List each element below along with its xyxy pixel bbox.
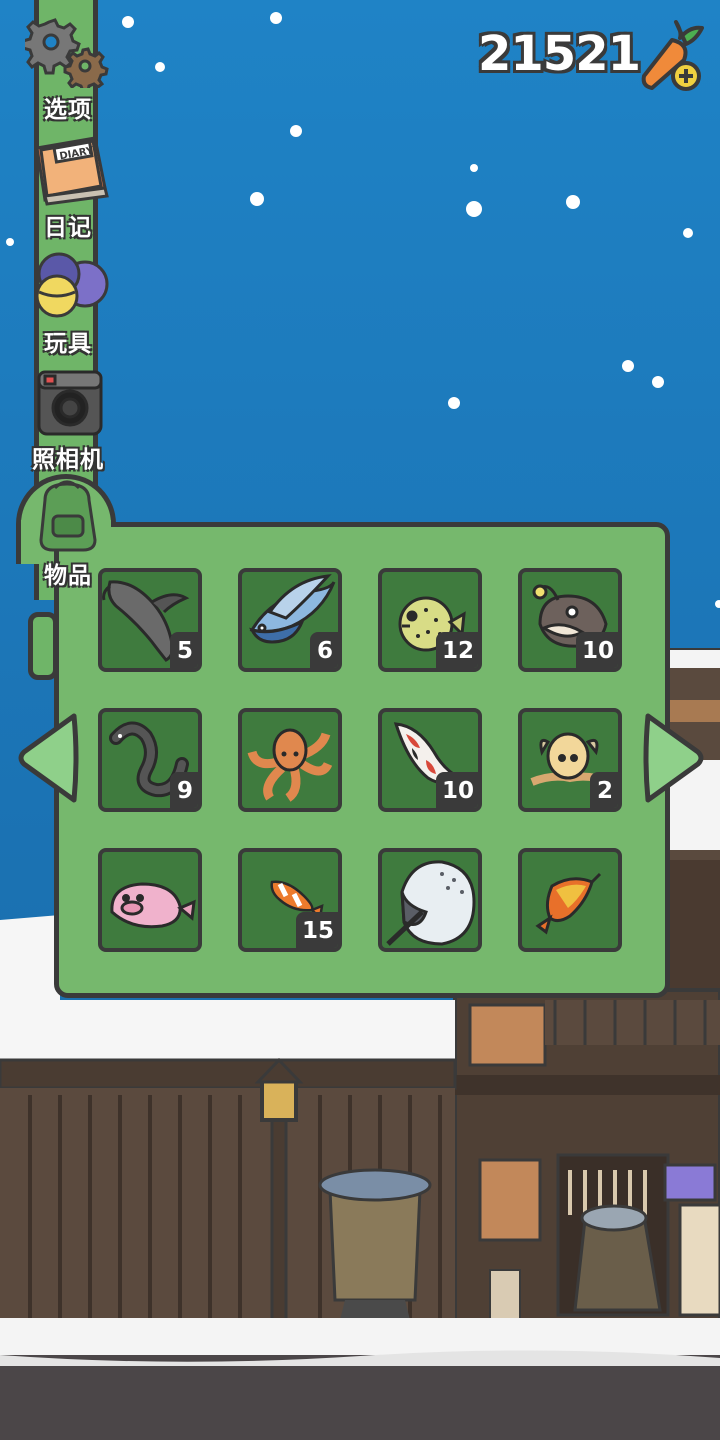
next-page-arrow-button[interactable]: [638, 708, 708, 808]
inventory-slot-catfish[interactable]: 5: [98, 568, 202, 672]
slot-count: 15: [295, 912, 338, 948]
camera-icon: [37, 370, 103, 436]
slot-count: 2: [590, 772, 618, 808]
arowana-icon: [535, 872, 602, 935]
blobfish-icon: [110, 882, 196, 929]
inventory-slot-arowana[interactable]: [518, 848, 622, 952]
narwhal-icon: [386, 860, 476, 946]
gear-icon: [25, 18, 109, 88]
slot-count: 10: [575, 632, 618, 668]
inventory-slot-dumbo-octopus[interactable]: 2: [518, 708, 622, 812]
diary-menu-label: 日记: [44, 215, 92, 241]
inventory-slot-clownfish[interactable]: 15: [238, 848, 342, 952]
slot-count: 9: [170, 772, 198, 808]
inventory-slot-pufferfish[interactable]: 12: [378, 568, 482, 672]
inventory-slot-blobfish[interactable]: [98, 848, 202, 952]
toys-menu-button[interactable]: 玩具: [16, 250, 120, 358]
carrot-plus-icon[interactable]: [632, 14, 708, 94]
options-menu-button[interactable]: 选项: [16, 12, 120, 124]
octopus-icon: [247, 728, 333, 802]
slot-count: 6: [310, 632, 338, 668]
slot-count: 5: [170, 632, 198, 668]
diary-menu-button[interactable]: DIARY 日记: [16, 130, 120, 242]
inventory-slot-octopus[interactable]: [238, 708, 342, 812]
inventory-slot-eel[interactable]: 9: [98, 708, 202, 812]
options-menu-label: 选项: [44, 97, 92, 123]
toys-menu-label: 玩具: [44, 331, 92, 357]
inventory-slot-anglerfish[interactable]: 10: [518, 568, 622, 672]
camera-menu-button[interactable]: 照相机: [16, 366, 120, 474]
inventory-slot-narwhal[interactable]: [378, 848, 482, 952]
camera-menu-label: 照相机: [32, 447, 104, 473]
slot-count: 10: [435, 772, 478, 808]
diary-icon: DIARY: [35, 136, 109, 206]
bag-icon: [39, 480, 97, 552]
toy-balls-icon: [35, 252, 109, 318]
previous-page-arrow-button[interactable]: [14, 708, 84, 808]
carrot-currency-amount: 21521: [478, 26, 641, 82]
inventory-slot-flying-fish[interactable]: 6: [238, 568, 342, 672]
slot-count: 12: [435, 632, 478, 668]
inventory-slot-koi[interactable]: 10: [378, 708, 482, 812]
